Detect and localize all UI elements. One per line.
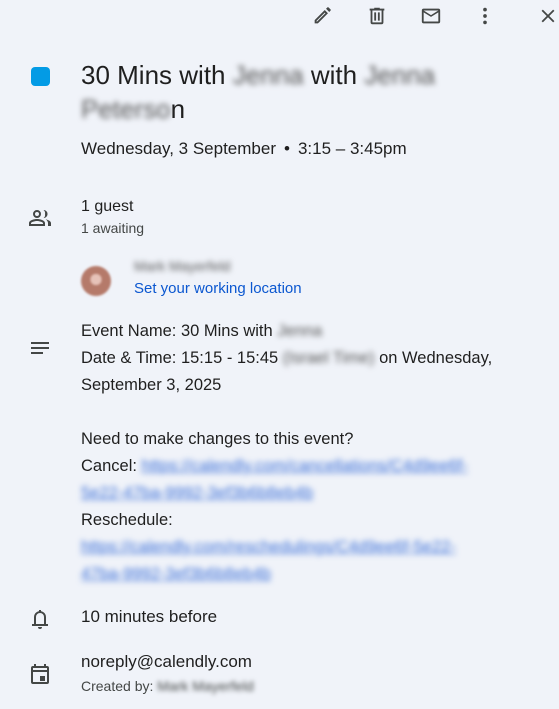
calendar-icon (31, 664, 49, 684)
title-blurred-name-1: Jenna (232, 60, 304, 90)
description-icon-wrap (26, 334, 54, 362)
set-working-location-link[interactable]: Set your working location (134, 278, 302, 300)
created-by-name: Mark Mayerfeld (157, 678, 254, 694)
event-color-chip-wrap (26, 62, 54, 90)
cancel-link-cont[interactable]: 5e22-47ba-9992-3ef3b6b8eb4b (81, 480, 549, 507)
mail-icon (421, 8, 441, 24)
pencil-icon (314, 7, 331, 24)
more-options-button[interactable] (471, 2, 499, 30)
desc-datetime: Date & Time: 15:15 - 15:45 (81, 349, 279, 367)
desc-changes-question: Need to make changes to this event? (81, 430, 354, 448)
reminder-label: 10 minutes before (81, 607, 218, 626)
event-toolbar (0, 0, 559, 32)
title-text-1: 30 Mins with (81, 60, 226, 90)
created-by-label: Created by: (81, 678, 154, 694)
guest-count[interactable]: 1 guest (81, 196, 549, 218)
event-date: Wednesday, 3 September (81, 139, 276, 158)
email-guests-button[interactable] (417, 2, 445, 30)
calendar-owner: noreply@calendly.com (81, 652, 252, 671)
guest-name: Mark Mayerfeld (134, 258, 231, 274)
edit-event-button[interactable] (308, 2, 336, 30)
separator-dot: • (284, 139, 290, 158)
more-vert-icon (483, 7, 487, 25)
guest-avatar (81, 266, 111, 296)
title-tail: n (170, 94, 186, 124)
guests-icon-wrap (26, 204, 54, 232)
event-color-chip (30, 66, 50, 86)
calendar-icon-wrap (26, 660, 54, 688)
people-icon (29, 210, 51, 226)
reschedule-link-cont[interactable]: 47ba-9992-3ef3b6b8eb4b (81, 561, 549, 588)
cancel-link[interactable]: https://calendly.com/cancellations/C4d9e… (142, 457, 468, 475)
desc-datetime-tail: on Wednesday, (379, 349, 493, 367)
title-blurred-name-3: Peterso (81, 94, 171, 124)
notes-icon (31, 342, 49, 354)
desc-date: September 3, 2025 (81, 376, 222, 394)
guest-awaiting-count: 1 awaiting (81, 220, 145, 236)
title-text-2: with (310, 60, 358, 90)
desc-event-name: Event Name: 30 Mins with (81, 322, 273, 340)
bell-icon (32, 610, 48, 629)
event-time: 3:15 – 3:45pm (297, 139, 407, 158)
reminder-icon-wrap (26, 605, 54, 633)
desc-cancel-label: Cancel: (81, 457, 137, 475)
title-blurred-name-2: Jenna (364, 60, 436, 90)
event-description: Event Name: 30 Mins with Jenna Date & Ti… (81, 318, 549, 588)
desc-event-name-blurred: Jenna (277, 322, 323, 340)
delete-event-button[interactable] (363, 2, 391, 30)
close-icon (541, 9, 555, 23)
event-title: 30 Mins with Jenna with Jenna Peterson (81, 58, 549, 126)
desc-reschedule-label: Reschedule: (81, 511, 173, 529)
close-button[interactable] (534, 2, 559, 30)
trash-icon (369, 7, 385, 25)
desc-timezone-blurred: (Israel Time) (282, 349, 375, 367)
reschedule-link[interactable]: https://calendly.com/reschedulings/C4d9e… (81, 534, 549, 561)
